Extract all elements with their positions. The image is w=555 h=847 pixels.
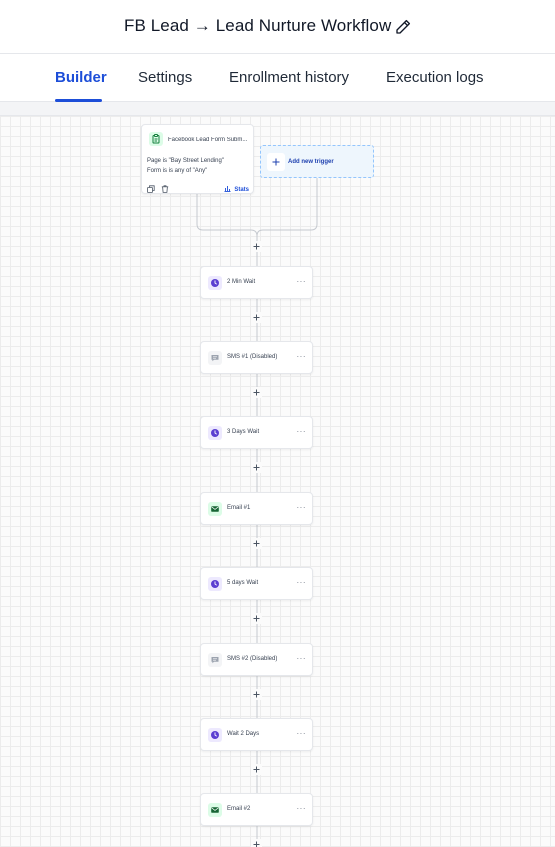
add-step-button[interactable] xyxy=(251,689,262,700)
envelope-icon xyxy=(211,807,219,813)
tab-enrollment-history[interactable]: Enrollment history xyxy=(229,69,349,86)
message-icon xyxy=(211,657,219,664)
more-options-icon[interactable]: ··· xyxy=(297,804,307,813)
tab-bar: Builder Settings Enrollment history Exec… xyxy=(0,54,555,102)
add-step-button[interactable] xyxy=(251,241,262,252)
trigger-icon-badge xyxy=(149,132,163,146)
clock-icon xyxy=(211,279,219,287)
bar-chart-icon xyxy=(224,186,231,192)
step-label: SMS #1 (Disabled) xyxy=(227,354,278,360)
pencil-icon xyxy=(396,19,411,34)
more-options-icon[interactable]: ··· xyxy=(297,729,307,738)
sms-icon-badge xyxy=(208,653,222,667)
tab-execution-logs[interactable]: Execution logs xyxy=(386,69,484,86)
step-node-email[interactable]: Email #1 ··· xyxy=(200,492,313,525)
sms-icon-badge xyxy=(208,351,222,365)
more-options-icon[interactable]: ··· xyxy=(297,427,307,436)
add-step-button[interactable] xyxy=(251,312,262,323)
plus-icon-badge xyxy=(267,153,285,171)
canvas-toolbar-strip xyxy=(0,102,555,116)
tab-builder[interactable]: Builder xyxy=(55,69,107,86)
step-label: Wait 2 Days xyxy=(227,731,260,737)
step-label: 2 Min Wait xyxy=(227,279,256,285)
clock-icon xyxy=(211,731,219,739)
more-options-icon[interactable]: ··· xyxy=(297,352,307,361)
add-step-button[interactable] xyxy=(251,462,262,473)
add-new-trigger-button[interactable]: Add new trigger xyxy=(260,145,374,178)
step-node-wait[interactable]: Wait 2 Days ··· xyxy=(200,718,313,751)
trigger-footer: Stats xyxy=(147,185,250,193)
step-label: 3 Days Wait xyxy=(227,429,260,435)
more-options-icon[interactable]: ··· xyxy=(297,277,307,286)
add-step-button[interactable] xyxy=(251,387,262,398)
message-icon xyxy=(211,355,219,362)
page-title: FB Lead → Lead Nurture Workflow xyxy=(124,16,392,35)
stats-label: Stats xyxy=(234,187,249,193)
step-label: SMS #2 (Disabled) xyxy=(227,656,278,662)
wait-icon-badge xyxy=(208,426,222,440)
trigger-condition: Page is "Bay Street Lending" xyxy=(147,158,224,164)
copy-icon[interactable] xyxy=(147,185,155,193)
wait-icon-badge xyxy=(208,728,222,742)
add-step-button[interactable] xyxy=(251,839,262,847)
more-options-icon[interactable]: ··· xyxy=(297,578,307,587)
step-node-email[interactable]: Email #2 ··· xyxy=(200,793,313,826)
tab-settings[interactable]: Settings xyxy=(138,69,192,86)
add-step-button[interactable] xyxy=(251,613,262,624)
workflow-canvas[interactable]: Facebook Lead Form Subm... Page is "Bay … xyxy=(0,116,555,847)
workflow-header: FB Lead → Lead Nurture Workflow xyxy=(0,0,555,54)
edit-title-button[interactable] xyxy=(394,18,412,36)
wait-icon-badge xyxy=(208,276,222,290)
clock-icon xyxy=(211,580,219,588)
step-node-wait[interactable]: 3 Days Wait ··· xyxy=(200,416,313,449)
step-label: 5 days Wait xyxy=(227,580,259,586)
plus-icon xyxy=(272,158,280,166)
more-options-icon[interactable]: ··· xyxy=(297,503,307,512)
step-label: Email #1 xyxy=(227,505,251,511)
wait-icon-badge xyxy=(208,577,222,591)
email-icon-badge xyxy=(208,502,222,516)
clock-icon xyxy=(211,429,219,437)
more-options-icon[interactable]: ··· xyxy=(297,654,307,663)
step-node-sms[interactable]: SMS #2 (Disabled) ··· xyxy=(200,643,313,676)
envelope-icon xyxy=(211,506,219,512)
trigger-title: Facebook Lead Form Subm... xyxy=(168,137,248,143)
step-node-wait[interactable]: 2 Min Wait ··· xyxy=(200,266,313,299)
email-icon-badge xyxy=(208,803,222,817)
trash-icon[interactable] xyxy=(161,185,169,193)
step-label: Email #2 xyxy=(227,806,251,812)
stats-button[interactable]: Stats xyxy=(224,185,249,193)
trigger-condition: Form is is any of "Any" xyxy=(147,168,208,174)
clipboard-icon xyxy=(152,134,160,144)
step-node-wait[interactable]: 5 days Wait ··· xyxy=(200,567,313,600)
add-new-trigger-label: Add new trigger xyxy=(288,159,334,165)
add-step-button[interactable] xyxy=(251,764,262,775)
add-step-button[interactable] xyxy=(251,538,262,549)
step-node-sms[interactable]: SMS #1 (Disabled) ··· xyxy=(200,341,313,374)
trigger-card[interactable]: Facebook Lead Form Subm... Page is "Bay … xyxy=(141,124,254,194)
